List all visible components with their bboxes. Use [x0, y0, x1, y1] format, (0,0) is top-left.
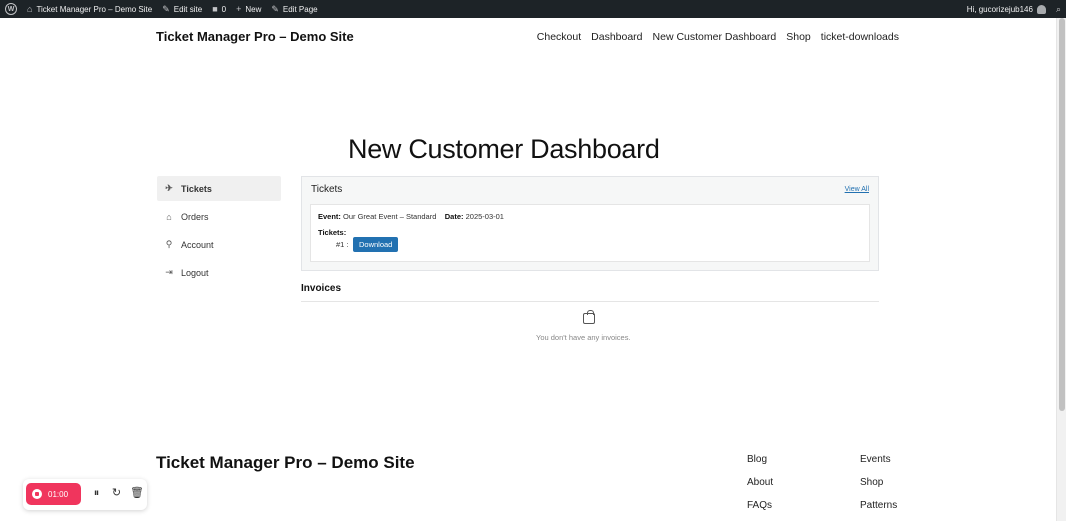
brush-icon: ✎ [162, 3, 170, 14]
footer-link-events[interactable]: Events [860, 454, 897, 465]
tickets-panel-title: Tickets [311, 184, 343, 195]
restart-icon: ↻ [111, 487, 122, 499]
view-all-link[interactable]: View All [845, 186, 869, 193]
sidebar-item-account[interactable]: ⚲ Account [157, 232, 281, 257]
edit-page-label: Edit Page [282, 4, 318, 14]
comments-link[interactable]: ■ 0 [207, 0, 231, 18]
sidebar-item-label: Account [181, 239, 214, 250]
dashboard-sidebar: ✈ Tickets ⌂ Orders ⚲ Account ⇥ Logout [157, 176, 281, 288]
footer-nav-column-2: Events Shop Patterns [860, 454, 897, 511]
admin-bar: W ⌂ Ticket Manager Pro – Demo Site ✎ Edit … [0, 0, 1066, 18]
account-menu[interactable]: Hi, gucorizejub146 [962, 0, 1051, 18]
footer-site-title[interactable]: Ticket Manager Pro – Demo Site [156, 453, 415, 473]
search-icon: ⌕ [1055, 3, 1061, 14]
footer-link-patterns[interactable]: Patterns [860, 500, 897, 511]
nav-item-checkout[interactable]: Checkout [537, 31, 581, 43]
footer-link-blog[interactable]: Blog [747, 454, 773, 465]
tickets-panel: Tickets View All Event: Our Great Event … [301, 176, 879, 271]
footer-nav-column-1: Blog About FAQs [747, 454, 773, 511]
date-label: Date: [444, 212, 464, 221]
event-label: Event: [318, 212, 341, 221]
event-value: Our Great Event – Standard [343, 212, 437, 221]
pause-button[interactable]: ⏸ [90, 487, 103, 500]
restart-button[interactable]: ↻ [110, 487, 123, 500]
download-button[interactable]: Download [353, 237, 399, 252]
delete-button[interactable]: 🗑 [130, 487, 144, 500]
page: W ⌂ Ticket Manager Pro – Demo Site ✎ Edit … [0, 0, 1066, 521]
plus-icon: + [236, 4, 242, 14]
invoices-title: Invoices [301, 283, 342, 294]
page-title: New Customer Dashboard [348, 134, 660, 164]
sidebar-item-orders[interactable]: ⌂ Orders [157, 204, 281, 229]
edit-page-link[interactable]: ✎ Edit Page [266, 0, 322, 18]
invoices-empty-text: You don't have any invoices. [536, 333, 631, 342]
logout-icon: ⇥ [165, 267, 173, 277]
trash-icon: 🗑 [130, 487, 144, 499]
admin-search-button[interactable]: ⌕ [1051, 0, 1066, 18]
nav-item-dashboard[interactable]: Dashboard [591, 31, 642, 43]
ticket-icon: ✈ [165, 183, 173, 193]
admin-site-name-label: Ticket Manager Pro – Demo Site [36, 4, 153, 14]
comments-count: 0 [221, 4, 227, 14]
sidebar-item-label: Orders [181, 211, 209, 222]
stop-recording-button[interactable]: 01:00 [26, 483, 81, 505]
site-title[interactable]: Ticket Manager Pro – Demo Site [156, 29, 354, 44]
footer-link-shop[interactable]: Shop [860, 477, 897, 488]
ticket-card: Event: Our Great Event – Standard Date: … [310, 204, 870, 262]
ticket-event-line: Event: Our Great Event – Standard Date: … [318, 212, 504, 221]
page-scrollbar[interactable] [1056, 18, 1066, 521]
date-value: 2025-03-01 [465, 212, 504, 221]
wordpress-icon: W [5, 3, 17, 15]
ticket-number: #1 : [336, 240, 349, 249]
recording-timer: 01:00 [48, 489, 69, 499]
screen-recorder-widget: 01:00 ⏸ ↻ 🗑 [23, 479, 147, 510]
sidebar-item-logout[interactable]: ⇥ Logout [157, 260, 281, 285]
wordpress-logo-button[interactable]: W [0, 0, 22, 18]
home-icon: ⌂ [27, 4, 33, 14]
main-nav: Checkout Dashboard New Customer Dashboar… [537, 31, 899, 43]
pencil-icon: ✎ [271, 3, 279, 14]
tickets-label: Tickets: [318, 228, 347, 237]
new-content-label: New [245, 4, 262, 14]
stop-icon [32, 489, 42, 499]
nav-item-ticket-downloads[interactable]: ticket-downloads [821, 31, 899, 43]
edit-site-label: Edit site [173, 4, 203, 14]
scrollbar-thumb[interactable] [1059, 18, 1065, 411]
nav-item-shop[interactable]: Shop [786, 31, 811, 43]
invoices-divider [301, 301, 879, 302]
shopping-bag-icon [583, 310, 595, 324]
sidebar-item-label: Logout [181, 267, 209, 278]
sidebar-item-tickets[interactable]: ✈ Tickets [157, 176, 281, 201]
admin-site-name-link[interactable]: ⌂ Ticket Manager Pro – Demo Site [22, 0, 157, 18]
footer-link-about[interactable]: About [747, 477, 773, 488]
edit-site-link[interactable]: ✎ Edit site [157, 0, 207, 18]
user-icon: ⚲ [165, 239, 173, 249]
comment-icon: ■ [212, 4, 218, 14]
home-icon: ⌂ [166, 211, 172, 222]
avatar [1036, 4, 1046, 14]
footer-link-faqs[interactable]: FAQs [747, 500, 773, 511]
nav-item-new-customer-dashboard[interactable]: New Customer Dashboard [653, 31, 777, 43]
account-greeting: Hi, gucorizejub146 [966, 4, 1033, 14]
new-content-link[interactable]: + New [231, 0, 266, 18]
sidebar-item-label: Tickets [181, 183, 212, 194]
pause-icon: ⏸ [93, 487, 100, 499]
